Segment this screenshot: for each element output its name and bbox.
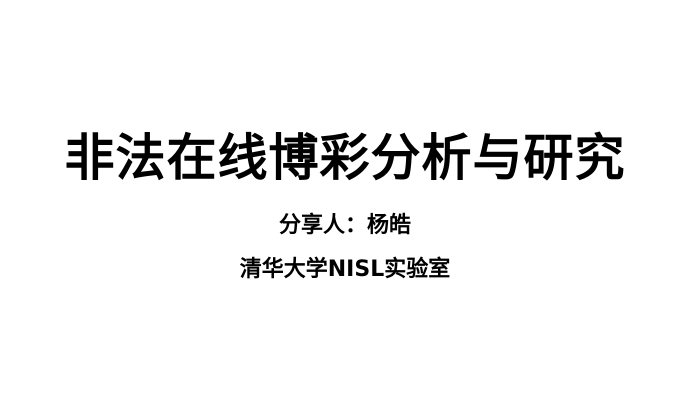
affiliation-line: 清华大学NISL实验室 (239, 257, 451, 282)
slide-title: 非法在线博彩分析与研究 (64, 129, 626, 187)
title-slide: 非法在线博彩分析与研究 分享人：杨皓 清华大学NISL实验室 (0, 0, 690, 420)
speaker-line: 分享人：杨皓 (278, 213, 411, 238)
